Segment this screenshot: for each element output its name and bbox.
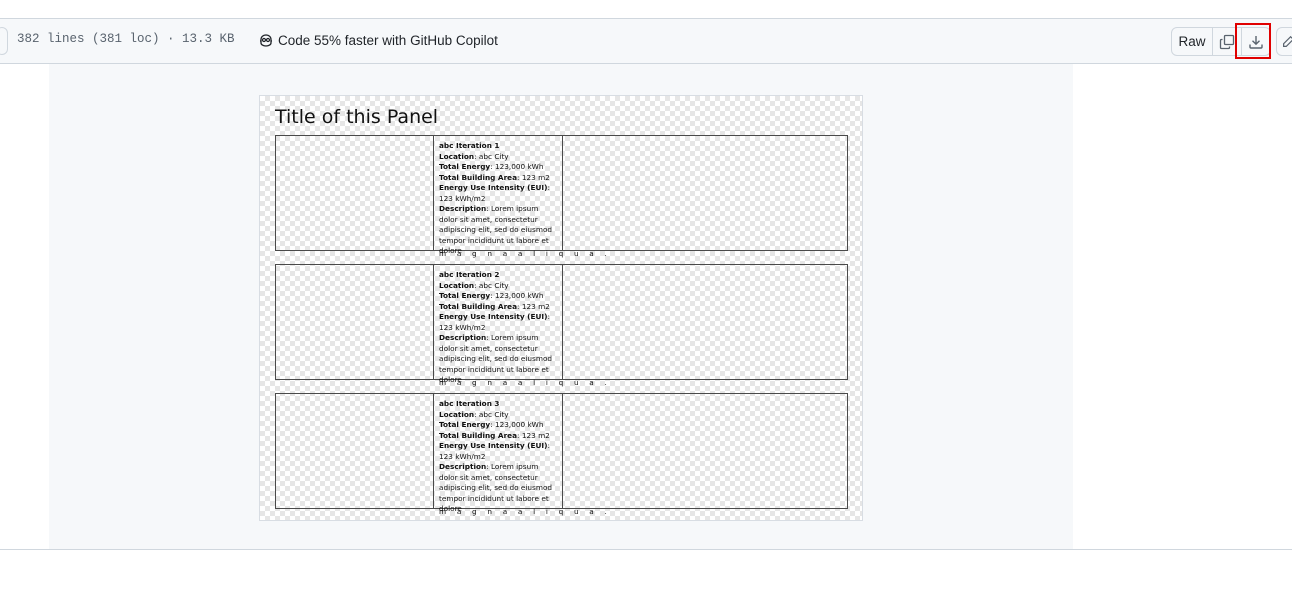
code-blame-toggle[interactable]	[0, 27, 8, 55]
copy-icon	[1219, 34, 1235, 49]
iteration-description: abc Iteration 3 Location: abc City Total…	[439, 399, 553, 513]
raw-button[interactable]: Raw	[1171, 27, 1213, 56]
copilot-promo-link[interactable]: Code 55% faster with GitHub Copilot	[258, 30, 498, 50]
image-cell	[276, 136, 434, 250]
overflow-text: m a g n a a l i q u a .	[439, 249, 611, 258]
preview-image-panel: Title of this Panel abc Iteration 1 Loca…	[259, 95, 863, 521]
copilot-icon	[260, 34, 272, 47]
image-cell	[276, 265, 434, 379]
description-cell: abc Iteration 3 Location: abc City Total…	[434, 394, 607, 516]
iteration-description: abc Iteration 1 Location: abc City Total…	[439, 141, 553, 255]
bottom-border	[0, 549, 1292, 550]
edit-file-button[interactable]	[1276, 27, 1292, 56]
iteration-heading: abc Iteration 1	[439, 141, 500, 150]
file-header: 382 lines (381 loc) · 13.3 KB Code 55% f…	[0, 19, 1292, 64]
top-border	[0, 0, 1292, 19]
overflow-text: m a g n a a l i q u a .	[439, 378, 611, 387]
image-cell	[276, 394, 434, 508]
iteration-row: abc Iteration 3 Location: abc City Total…	[275, 393, 848, 516]
pencil-icon	[1283, 35, 1292, 47]
iteration-row: abc Iteration 1 Location: abc City Total…	[275, 135, 848, 258]
description-cell: abc Iteration 2 Location: abc City Total…	[434, 265, 607, 387]
overflow-text: m a g n a a l i q u a .	[439, 507, 611, 516]
panel-title: Title of this Panel	[275, 106, 439, 128]
iteration-description: abc Iteration 2 Location: abc City Total…	[439, 270, 553, 384]
copilot-text: Code 55% faster with GitHub Copilot	[278, 32, 498, 48]
description-cell: abc Iteration 1 Location: abc City Total…	[434, 136, 607, 258]
file-info: 382 lines (381 loc) · 13.3 KB	[17, 32, 235, 46]
iteration-row: abc Iteration 2 Location: abc City Total…	[275, 264, 848, 387]
iteration-heading: abc Iteration 2	[439, 270, 500, 279]
download-highlight-box	[1235, 23, 1271, 59]
iteration-heading: abc Iteration 3	[439, 399, 500, 408]
